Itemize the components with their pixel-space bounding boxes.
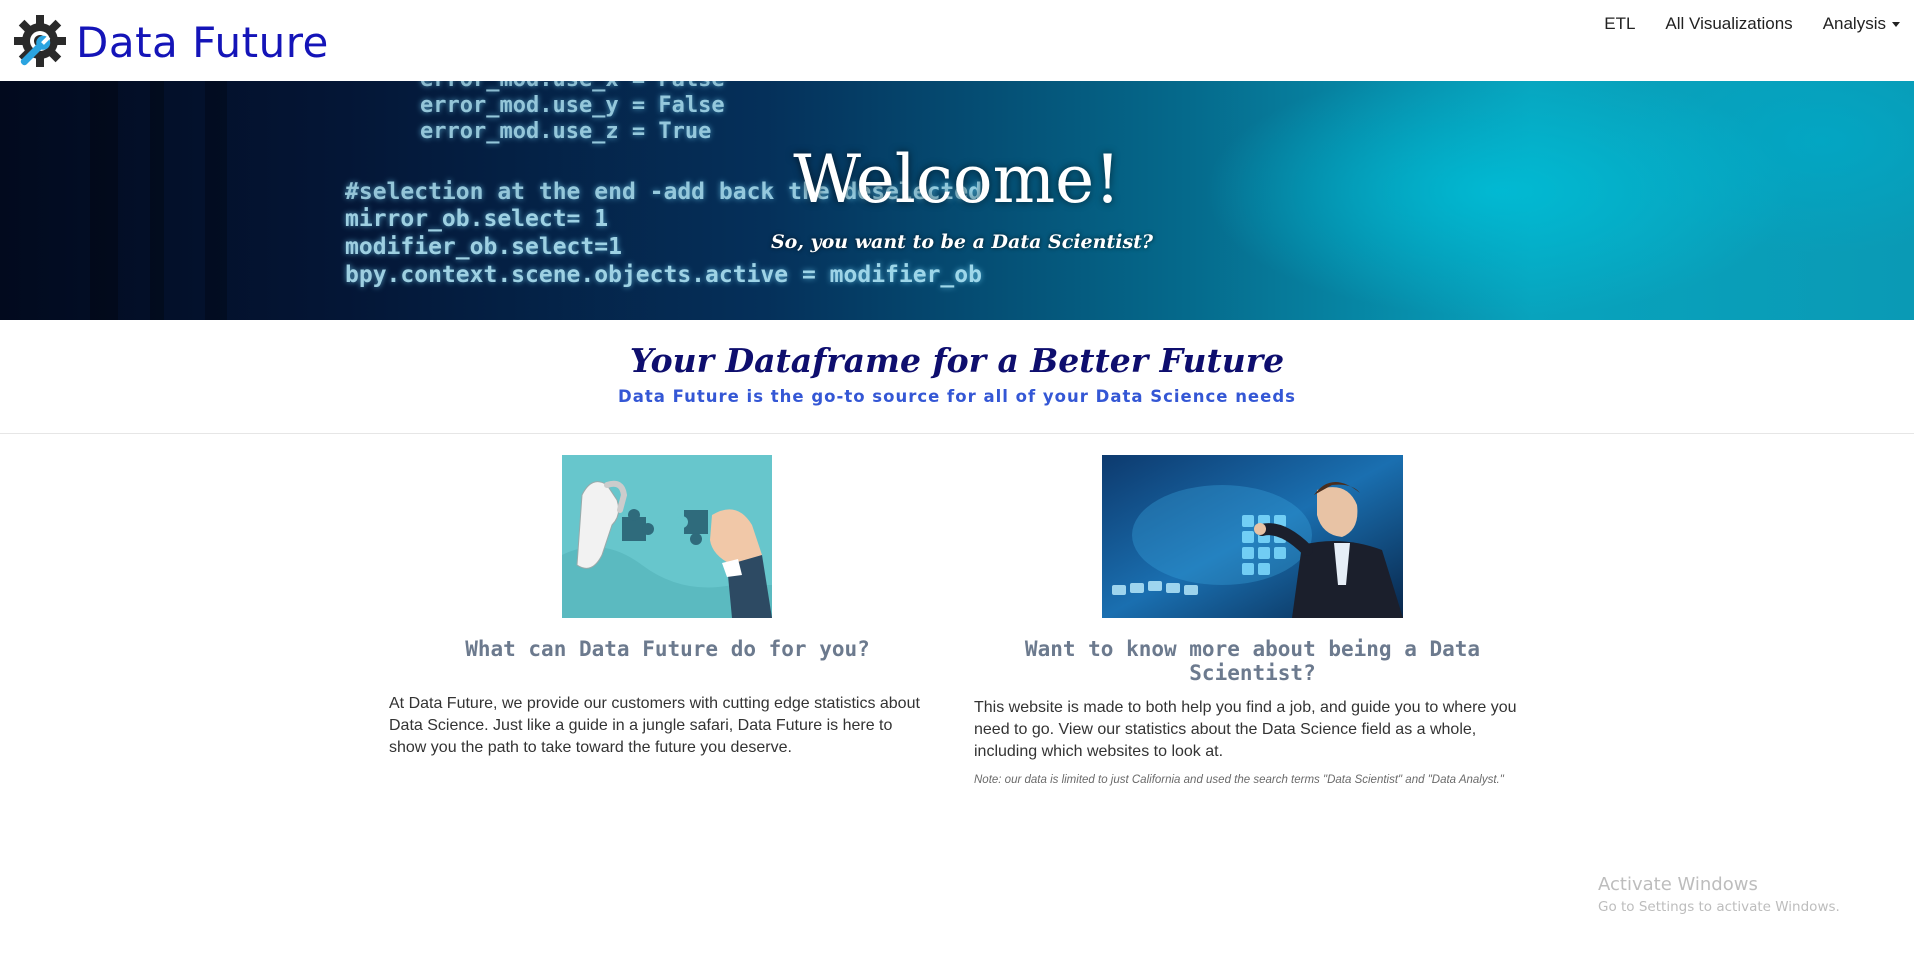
section-divider [0,433,1914,434]
tagline-section: Your Dataframe for a Better Future Data … [0,341,1914,407]
robot-puzzle-image [562,455,772,618]
caret-down-icon [1892,21,1900,27]
hero-title: Welcome! [793,141,1121,218]
card-1-title: What can Data Future do for you? [465,637,870,661]
hero-code-line: error_mod.use_z = True [420,119,712,144]
card-2-text: This website is made to both help you fi… [974,699,1517,760]
brand-name: Data Future [76,18,329,67]
activate-windows-watermark: Activate Windows Go to Settings to activ… [1598,874,1840,915]
nav-dropdown-analysis-label: Analysis [1822,14,1886,33]
nav-links: ETL All Visualizations Analysis [1574,14,1900,34]
activate-windows-subtitle: Go to Settings to activate Windows. [1598,899,1840,915]
hero-code-line: error_mod.use_x = False [420,81,725,92]
card-1-text: At Data Future, we provide our customers… [389,695,920,756]
gear-wrench-icon [14,15,66,67]
hero-subtitle: So, you want to be a Data Scientist? [770,231,1154,253]
data-scientist-image [1102,455,1403,618]
card-2-title: Want to know more about being a Data Sci… [1024,637,1481,686]
hero-code-line: error_mod.use_y = False [420,93,725,118]
activate-windows-title: Activate Windows [1598,874,1758,895]
nav-link-all-visualizations[interactable]: All Visualizations [1665,14,1792,34]
robot-puzzle-illustration [562,455,772,618]
hero-banner: error_mod.use_x = False error_mod.use_y … [0,81,1914,320]
tagline-subtitle: Data Future is the go-to source for all … [618,387,1296,407]
navbar: Data Future ETL All Visualizations Analy… [0,0,1914,81]
hero-code-line: bpy.context.scene.objects.active = modif… [345,262,982,288]
tagline-title: Your Dataframe for a Better Future [629,341,1285,380]
nav-link-etl[interactable]: ETL [1604,14,1635,34]
card-2-note: Note: our data is limited to just Califo… [974,774,1504,786]
brand-link[interactable]: Data Future [14,14,329,72]
nav-dropdown-analysis[interactable]: Analysis [1823,14,1900,34]
data-scientist-illustration [1102,455,1403,618]
